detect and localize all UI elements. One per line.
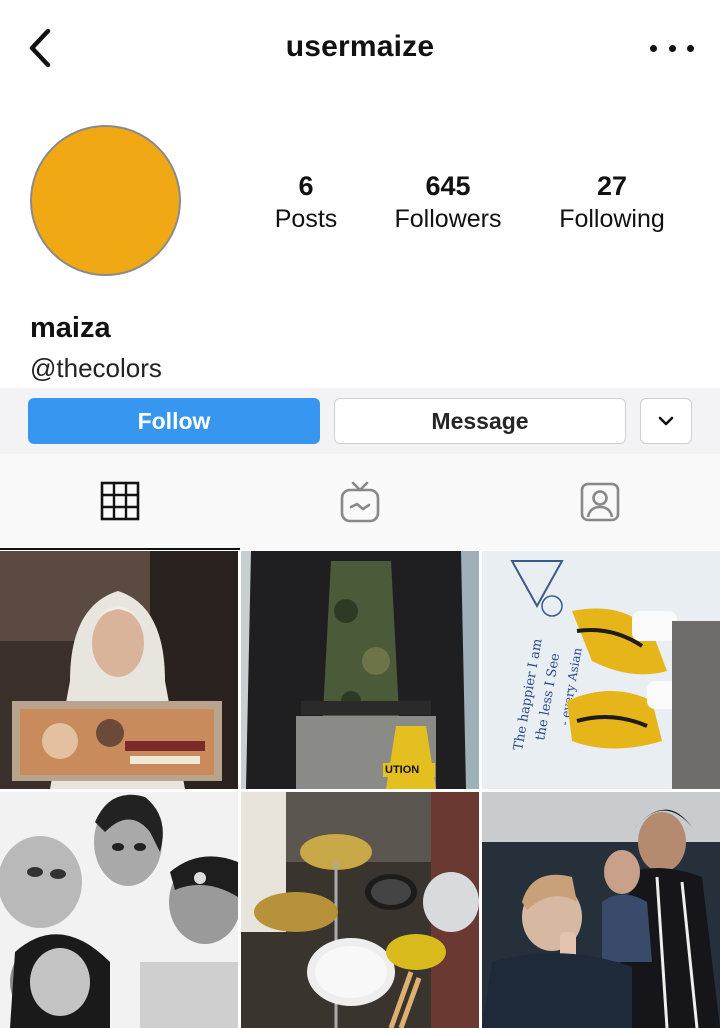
more-options-button[interactable] bbox=[650, 36, 694, 60]
stat-following[interactable]: 27 Following bbox=[559, 170, 665, 236]
stat-posts-label: Posts bbox=[274, 205, 338, 233]
post-image-6 bbox=[482, 792, 720, 1028]
profile-username-title: usermaize bbox=[285, 30, 435, 63]
post-thumbnail-2[interactable]: UTION bbox=[241, 551, 479, 789]
display-name: maiza bbox=[30, 312, 111, 344]
post-thumbnail-4[interactable] bbox=[0, 792, 238, 1028]
avatar[interactable] bbox=[30, 125, 181, 276]
caution-sign-text: UTION bbox=[385, 764, 419, 776]
post-image-1 bbox=[0, 551, 238, 789]
top-bar: usermaize bbox=[0, 0, 720, 96]
message-button[interactable]: Message bbox=[334, 398, 626, 444]
tab-igtv[interactable] bbox=[240, 454, 480, 550]
stat-posts-value: 6 bbox=[298, 171, 314, 201]
post-thumbnail-6[interactable] bbox=[482, 792, 720, 1028]
profile-stats: 6 Posts 645 Followers 27 Following bbox=[240, 170, 720, 240]
posts-grid: UTION The happier I am the less I See - … bbox=[0, 551, 720, 1028]
post-image-2: UTION bbox=[241, 551, 479, 789]
post-image-3: The happier I am the less I See - every … bbox=[482, 551, 720, 789]
profile-handle: @thecolors bbox=[30, 353, 162, 383]
suggested-accounts-button[interactable] bbox=[640, 398, 692, 444]
stat-posts[interactable]: 6 Posts bbox=[275, 170, 338, 236]
tab-tagged[interactable] bbox=[480, 454, 720, 550]
stat-following-label: Following bbox=[559, 205, 665, 233]
chevron-down-icon bbox=[658, 416, 674, 426]
post-thumbnail-5[interactable] bbox=[241, 792, 479, 1028]
follow-button[interactable]: Follow bbox=[28, 398, 320, 444]
stat-following-value: 27 bbox=[596, 171, 628, 201]
post-image-5 bbox=[241, 792, 479, 1028]
post-thumbnail-1[interactable] bbox=[0, 551, 238, 789]
post-thumbnail-3[interactable]: The happier I am the less I See - every … bbox=[482, 551, 720, 789]
more-dot bbox=[687, 44, 694, 52]
grid-icon bbox=[100, 481, 140, 521]
profile-action-row: Follow Message bbox=[0, 388, 720, 454]
tab-posts-grid[interactable] bbox=[0, 454, 240, 550]
profile-tabs bbox=[0, 454, 720, 550]
more-horizontal-icon bbox=[650, 44, 657, 52]
igtv-icon bbox=[340, 481, 380, 523]
stat-followers-value: 645 bbox=[425, 171, 471, 201]
stat-followers[interactable]: 645 Followers bbox=[395, 170, 502, 236]
tagged-user-icon bbox=[580, 482, 620, 522]
more-dot bbox=[668, 44, 676, 52]
post-image-4 bbox=[0, 792, 238, 1028]
stat-followers-label: Followers bbox=[394, 205, 502, 233]
